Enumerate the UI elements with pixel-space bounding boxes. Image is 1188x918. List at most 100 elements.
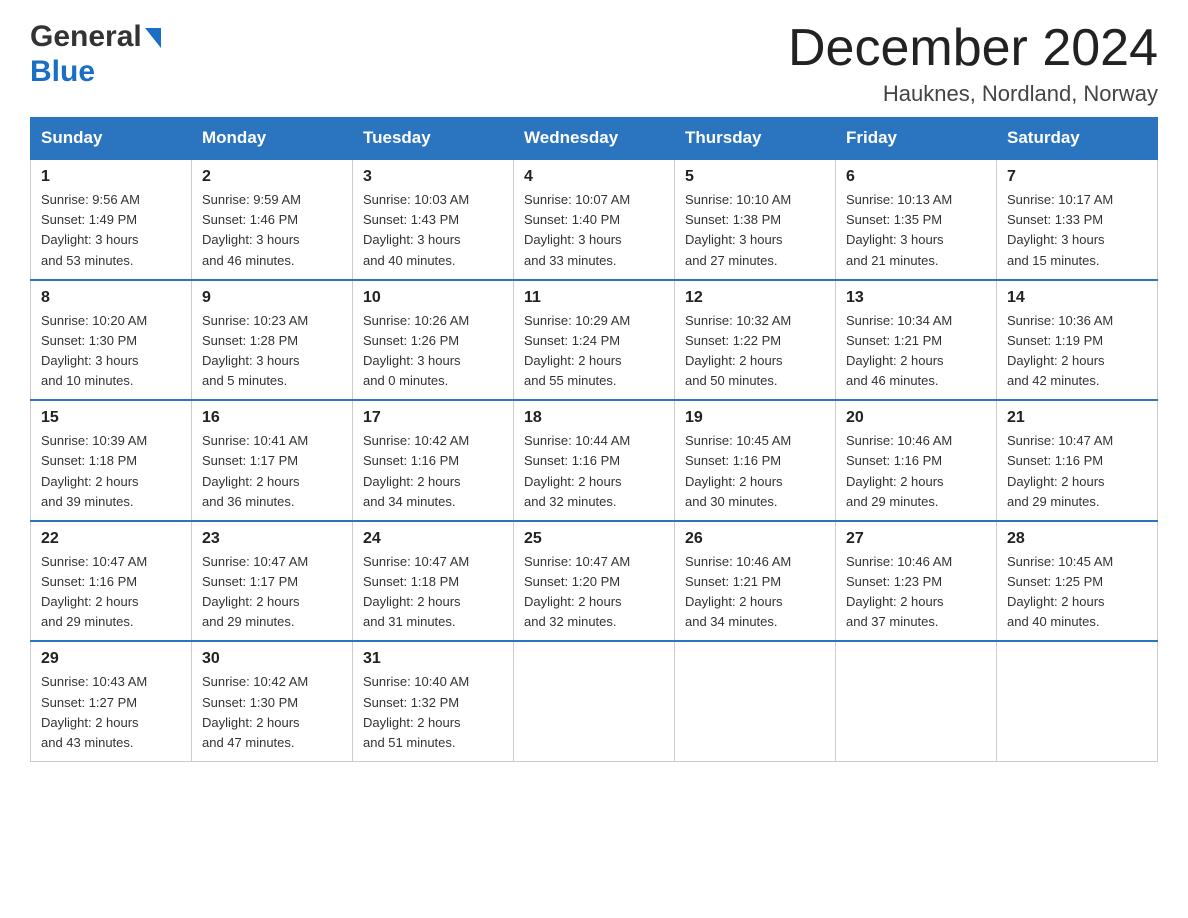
day-info: Sunrise: 10:46 AMSunset: 1:23 PMDaylight… <box>846 552 986 633</box>
day-number: 16 <box>202 409 342 427</box>
day-info: Sunrise: 10:41 AMSunset: 1:17 PMDaylight… <box>202 431 342 512</box>
calendar-cell: 15 Sunrise: 10:39 AMSunset: 1:18 PMDaylig… <box>31 400 192 521</box>
logo: General Blue <box>30 20 161 89</box>
day-number: 6 <box>846 168 986 186</box>
day-number: 13 <box>846 289 986 307</box>
calendar-cell: 26 Sunrise: 10:46 AMSunset: 1:21 PMDaylig… <box>675 521 836 642</box>
day-number: 20 <box>846 409 986 427</box>
calendar-cell: 9 Sunrise: 10:23 AMSunset: 1:28 PMDayligh… <box>192 280 353 401</box>
calendar-cell: 17 Sunrise: 10:42 AMSunset: 1:16 PMDaylig… <box>353 400 514 521</box>
calendar-cell: 22 Sunrise: 10:47 AMSunset: 1:16 PMDaylig… <box>31 521 192 642</box>
day-number: 3 <box>363 168 503 186</box>
day-info: Sunrise: 10:42 AMSunset: 1:30 PMDaylight… <box>202 672 342 753</box>
day-number: 12 <box>685 289 825 307</box>
day-info: Sunrise: 10:42 AMSunset: 1:16 PMDaylight… <box>363 431 503 512</box>
day-info: Sunrise: 10:23 AMSunset: 1:28 PMDaylight… <box>202 311 342 392</box>
calendar-cell: 7 Sunrise: 10:17 AMSunset: 1:33 PMDayligh… <box>997 159 1158 280</box>
month-title: December 2024 <box>788 20 1158 77</box>
day-info: Sunrise: 10:26 AMSunset: 1:26 PMDaylight… <box>363 311 503 392</box>
day-number: 25 <box>524 530 664 548</box>
calendar-week-row: 8 Sunrise: 10:20 AMSunset: 1:30 PMDayligh… <box>31 280 1158 401</box>
logo-arrow-icon <box>145 28 161 48</box>
calendar-cell: 2Sunrise: 9:59 AMSunset: 1:46 PMDaylight… <box>192 159 353 280</box>
day-info: Sunrise: 10:44 AMSunset: 1:16 PMDaylight… <box>524 431 664 512</box>
day-number: 9 <box>202 289 342 307</box>
calendar-cell <box>997 641 1158 761</box>
calendar-cell: 19 Sunrise: 10:45 AMSunset: 1:16 PMDaylig… <box>675 400 836 521</box>
day-info: Sunrise: 10:40 AMSunset: 1:32 PMDaylight… <box>363 672 503 753</box>
weekday-header-thursday: Thursday <box>675 118 836 160</box>
day-number: 19 <box>685 409 825 427</box>
calendar-cell: 21 Sunrise: 10:47 AMSunset: 1:16 PMDaylig… <box>997 400 1158 521</box>
calendar-cell: 4Sunrise: 10:07 AMSunset: 1:40 PMDayligh… <box>514 159 675 280</box>
calendar-cell: 28Sunrise: 10:45 AMSunset: 1:25 PMDaylig… <box>997 521 1158 642</box>
day-number: 1 <box>41 168 181 186</box>
calendar-cell <box>514 641 675 761</box>
day-info: Sunrise: 10:13 AMSunset: 1:35 PMDaylight… <box>846 190 986 271</box>
day-info: Sunrise: 10:47 AMSunset: 1:16 PMDaylight… <box>1007 431 1147 512</box>
calendar-cell: 27Sunrise: 10:46 AMSunset: 1:23 PMDaylig… <box>836 521 997 642</box>
calendar-cell: 16 Sunrise: 10:41 AMSunset: 1:17 PMDaylig… <box>192 400 353 521</box>
day-info: Sunrise: 10:43 AMSunset: 1:27 PMDaylight… <box>41 672 181 753</box>
day-number: 29 <box>41 650 181 668</box>
logo-general-text: General <box>30 20 142 53</box>
calendar-cell: 30Sunrise: 10:42 AMSunset: 1:30 PMDaylig… <box>192 641 353 761</box>
day-number: 26 <box>685 530 825 548</box>
day-number: 31 <box>363 650 503 668</box>
calendar-cell: 25 Sunrise: 10:47 AMSunset: 1:20 PMDaylig… <box>514 521 675 642</box>
day-number: 22 <box>41 530 181 548</box>
weekday-header-friday: Friday <box>836 118 997 160</box>
calendar-cell: 6 Sunrise: 10:13 AMSunset: 1:35 PMDayligh… <box>836 159 997 280</box>
calendar-week-row: 15 Sunrise: 10:39 AMSunset: 1:18 PMDaylig… <box>31 400 1158 521</box>
day-info: Sunrise: 10:39 AMSunset: 1:18 PMDaylight… <box>41 431 181 512</box>
day-info: Sunrise: 10:47 AMSunset: 1:20 PMDaylight… <box>524 552 664 633</box>
day-info: Sunrise: 10:45 AMSunset: 1:16 PMDaylight… <box>685 431 825 512</box>
calendar-cell: 12Sunrise: 10:32 AMSunset: 1:22 PMDaylig… <box>675 280 836 401</box>
day-info: Sunrise: 10:34 AMSunset: 1:21 PMDaylight… <box>846 311 986 392</box>
day-info: Sunrise: 9:59 AMSunset: 1:46 PMDaylight:… <box>202 190 342 271</box>
calendar-table: SundayMondayTuesdayWednesdayThursdayFrid… <box>30 117 1158 762</box>
day-info: Sunrise: 10:03 AMSunset: 1:43 PMDaylight… <box>363 190 503 271</box>
calendar-cell: 8 Sunrise: 10:20 AMSunset: 1:30 PMDayligh… <box>31 280 192 401</box>
calendar-week-row: 1Sunrise: 9:56 AMSunset: 1:49 PMDaylight… <box>31 159 1158 280</box>
calendar-cell: 24Sunrise: 10:47 AMSunset: 1:18 PMDaylig… <box>353 521 514 642</box>
day-info: Sunrise: 10:29 AMSunset: 1:24 PMDaylight… <box>524 311 664 392</box>
calendar-cell: 23 Sunrise: 10:47 AMSunset: 1:17 PMDaylig… <box>192 521 353 642</box>
day-info: Sunrise: 10:46 AMSunset: 1:21 PMDaylight… <box>685 552 825 633</box>
calendar-cell: 5Sunrise: 10:10 AMSunset: 1:38 PMDayligh… <box>675 159 836 280</box>
day-info: Sunrise: 10:17 AMSunset: 1:33 PMDaylight… <box>1007 190 1147 271</box>
calendar-cell: 20 Sunrise: 10:46 AMSunset: 1:16 PMDaylig… <box>836 400 997 521</box>
day-number: 15 <box>41 409 181 427</box>
day-number: 24 <box>363 530 503 548</box>
day-number: 10 <box>363 289 503 307</box>
calendar-cell: 13 Sunrise: 10:34 AMSunset: 1:21 PMDaylig… <box>836 280 997 401</box>
day-info: Sunrise: 10:47 AMSunset: 1:17 PMDaylight… <box>202 552 342 633</box>
logo-line2: Blue <box>30 55 161 90</box>
calendar-cell: 29 Sunrise: 10:43 AMSunset: 1:27 PMDaylig… <box>31 641 192 761</box>
calendar-cell: 11 Sunrise: 10:29 AMSunset: 1:24 PMDaylig… <box>514 280 675 401</box>
day-info: Sunrise: 10:46 AMSunset: 1:16 PMDaylight… <box>846 431 986 512</box>
weekday-header-row: SundayMondayTuesdayWednesdayThursdayFrid… <box>31 118 1158 160</box>
calendar-week-row: 29 Sunrise: 10:43 AMSunset: 1:27 PMDaylig… <box>31 641 1158 761</box>
page-header: General Blue December 2024 Hauknes, Nord… <box>30 20 1158 107</box>
day-number: 23 <box>202 530 342 548</box>
calendar-cell: 10 Sunrise: 10:26 AMSunset: 1:26 PMDaylig… <box>353 280 514 401</box>
day-number: 14 <box>1007 289 1147 307</box>
weekday-header-saturday: Saturday <box>997 118 1158 160</box>
day-number: 21 <box>1007 409 1147 427</box>
calendar-cell: 3 Sunrise: 10:03 AMSunset: 1:43 PMDayligh… <box>353 159 514 280</box>
logo-line1: General <box>30 20 161 55</box>
day-number: 8 <box>41 289 181 307</box>
day-info: Sunrise: 10:47 AMSunset: 1:16 PMDaylight… <box>41 552 181 633</box>
weekday-header-sunday: Sunday <box>31 118 192 160</box>
day-number: 7 <box>1007 168 1147 186</box>
day-number: 11 <box>524 289 664 307</box>
calendar-cell <box>675 641 836 761</box>
day-number: 4 <box>524 168 664 186</box>
day-info: Sunrise: 10:20 AMSunset: 1:30 PMDaylight… <box>41 311 181 392</box>
calendar-cell: 14Sunrise: 10:36 AMSunset: 1:19 PMDaylig… <box>997 280 1158 401</box>
day-info: Sunrise: 10:45 AMSunset: 1:25 PMDaylight… <box>1007 552 1147 633</box>
title-section: December 2024 Hauknes, Nordland, Norway <box>788 20 1158 107</box>
day-number: 5 <box>685 168 825 186</box>
day-number: 17 <box>363 409 503 427</box>
